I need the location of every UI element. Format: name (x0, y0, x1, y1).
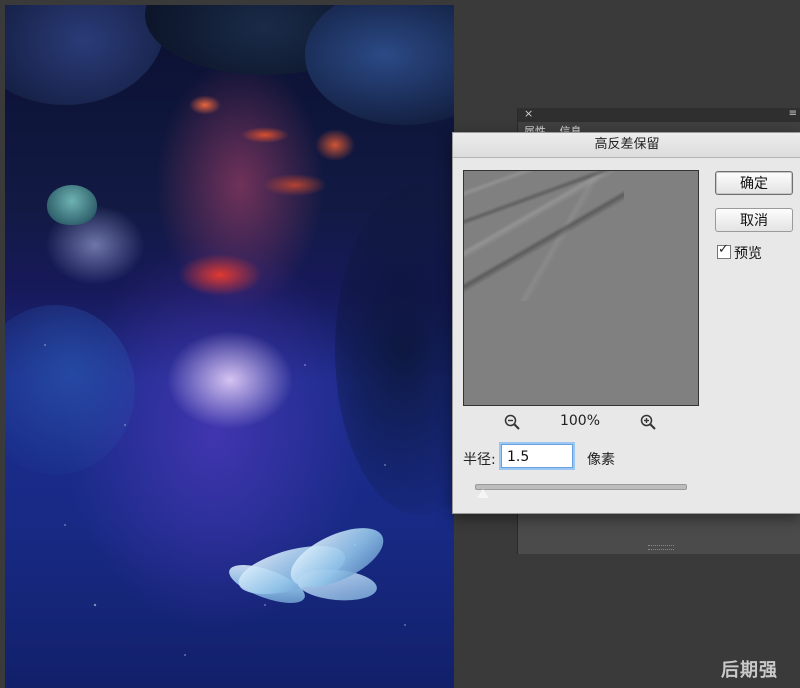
cancel-button[interactable]: 取消 (715, 208, 793, 232)
radius-input[interactable]: 1.5 (501, 444, 573, 468)
high-pass-dialog: 高反差保留 100% 半径: 1.5 像素 确定 取消 预览 (452, 132, 800, 514)
ok-button[interactable]: 确定 (715, 171, 793, 195)
zoom-in-icon[interactable] (639, 413, 657, 431)
checkbox-icon[interactable] (717, 242, 731, 259)
watermark-logo: 后期强 (721, 660, 778, 681)
panel-titlebar: × ≡ (518, 107, 800, 122)
filter-preview[interactable] (463, 170, 699, 406)
lotus-seed-pod (47, 185, 97, 225)
radius-unit: 像素 (587, 452, 615, 468)
dialog-title: 高反差保留 (453, 133, 800, 158)
zoom-controls: 100% (463, 411, 697, 433)
close-icon[interactable]: × (524, 107, 533, 120)
lotus-flower (224, 515, 392, 611)
preview-label: 预览 (734, 246, 762, 262)
zoom-level: 100% (559, 413, 601, 429)
radius-row: 半径: 1.5 像素 (463, 444, 793, 472)
document-canvas[interactable] (5, 5, 454, 688)
radius-label: 半径: (463, 452, 496, 468)
radius-slider[interactable] (475, 484, 687, 490)
preview-checkbox[interactable]: 预览 (717, 242, 762, 263)
resize-grip[interactable] (648, 545, 674, 550)
radius-slider-thumb[interactable] (476, 488, 491, 499)
panel-menu-icon[interactable]: ≡ (789, 108, 797, 119)
preview-image (464, 171, 624, 301)
